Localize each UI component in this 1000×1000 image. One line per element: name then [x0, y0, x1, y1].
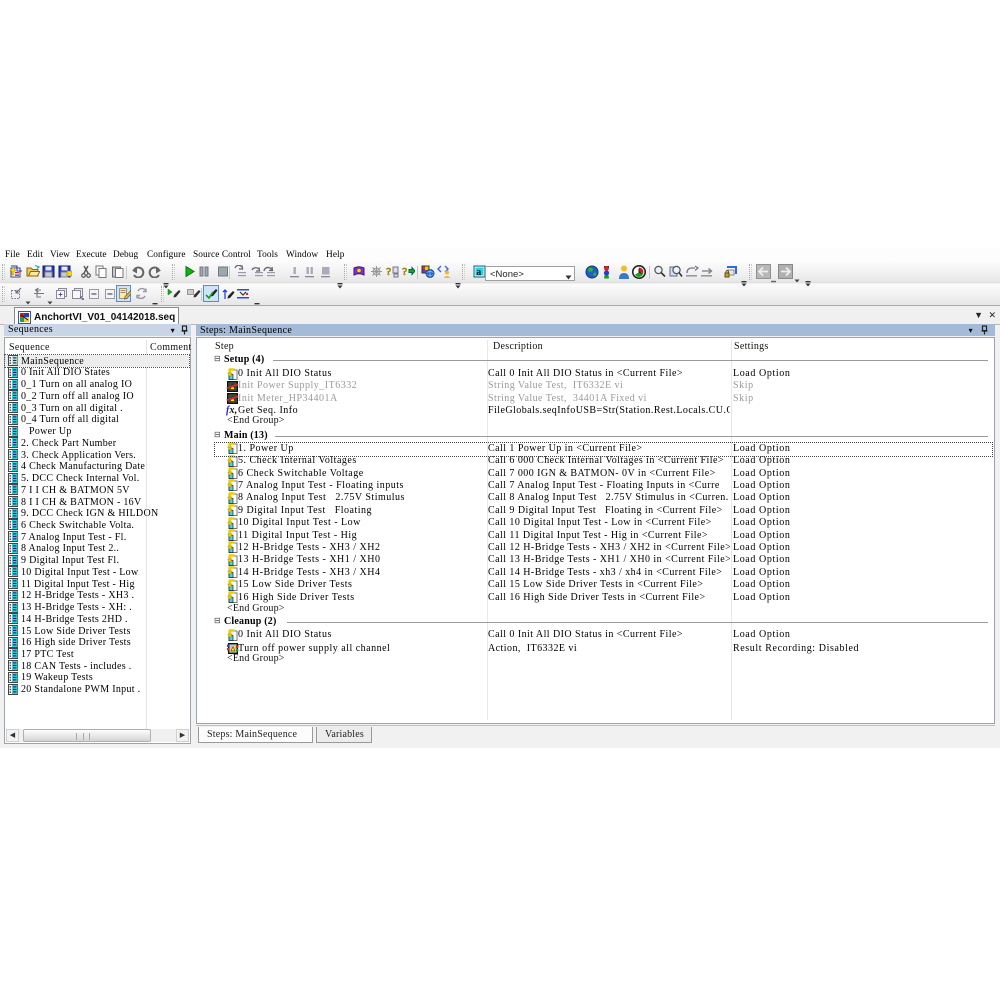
svg-text:?: ? — [386, 266, 392, 278]
svg-text:a: a — [476, 267, 481, 278]
svg-text:?: ? — [402, 266, 408, 278]
